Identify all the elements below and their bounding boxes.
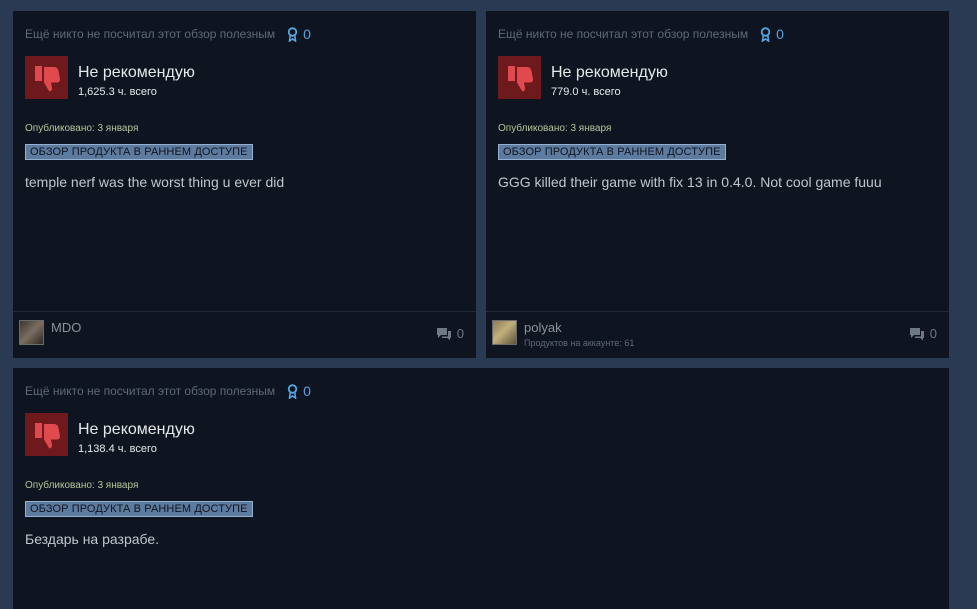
verdict-title[interactable]: Не рекомендую — [551, 64, 668, 82]
products-count: Продуктов на аккаунте: 61 — [524, 338, 635, 348]
review-footer: polyak Продуктов на аккаунте: 61 0 — [486, 311, 949, 358]
hours-played: 779.0 ч. всего — [551, 86, 621, 98]
award-button[interactable]: 0 — [760, 26, 784, 42]
thumbs-down-icon — [25, 413, 68, 456]
review-card: Ещё никто не посчитал этот обзор полезны… — [486, 11, 949, 358]
comments-button[interactable]: 0 — [436, 326, 464, 341]
helpful-text: Ещё никто не посчитал этот обзор полезны… — [25, 27, 276, 41]
comment-count: 0 — [929, 326, 937, 341]
award-icon — [287, 26, 298, 42]
award-button[interactable]: 0 — [287, 26, 311, 42]
thumbs-down-icon — [25, 56, 68, 99]
award-count: 0 — [303, 26, 311, 42]
thumbs-down-icon — [498, 56, 541, 99]
comment-icon — [436, 327, 451, 340]
author-name[interactable]: polyak — [524, 320, 562, 335]
early-access-badge: Обзор продукта в раннем доступе — [25, 144, 253, 160]
review-text: GGG killed their game with fix 13 in 0.4… — [498, 174, 882, 190]
hours-played: 1,138.4 ч. всего — [78, 443, 157, 455]
comment-icon — [909, 327, 924, 340]
helpful-text: Ещё никто не посчитал этот обзор полезны… — [25, 384, 276, 398]
verdict-title[interactable]: Не рекомендую — [78, 421, 195, 439]
comments-button[interactable]: 0 — [909, 326, 937, 341]
award-count: 0 — [776, 26, 784, 42]
hours-played: 1,625.3 ч. всего — [78, 86, 157, 98]
early-access-badge: Обзор продукта в раннем доступе — [498, 144, 726, 160]
posted-date: Опубликовано: 3 января — [498, 123, 612, 134]
review-footer: MDO 0 — [13, 311, 476, 358]
comment-count: 0 — [456, 326, 464, 341]
award-count: 0 — [303, 383, 311, 399]
posted-date: Опубликовано: 3 января — [25, 123, 139, 134]
helpful-status: Ещё никто не посчитал этот обзор полезны… — [25, 383, 311, 399]
avatar[interactable] — [19, 320, 44, 345]
avatar[interactable] — [492, 320, 517, 345]
review-card: Ещё никто не посчитал этот обзор полезны… — [13, 11, 476, 358]
posted-date: Опубликовано: 3 января — [25, 480, 139, 491]
review-text: temple nerf was the worst thing u ever d… — [25, 174, 285, 190]
helpful-text: Ещё никто не посчитал этот обзор полезны… — [498, 27, 749, 41]
award-icon — [760, 26, 771, 42]
helpful-status: Ещё никто не посчитал этот обзор полезны… — [498, 26, 784, 42]
review-text: Бездарь на разрабе. — [25, 531, 160, 547]
award-button[interactable]: 0 — [287, 383, 311, 399]
review-card: Ещё никто не посчитал этот обзор полезны… — [13, 368, 949, 609]
author-name[interactable]: MDO — [51, 320, 81, 335]
award-icon — [287, 383, 298, 399]
helpful-status: Ещё никто не посчитал этот обзор полезны… — [25, 26, 311, 42]
verdict-title[interactable]: Не рекомендую — [78, 64, 195, 82]
early-access-badge: Обзор продукта в раннем доступе — [25, 501, 253, 517]
